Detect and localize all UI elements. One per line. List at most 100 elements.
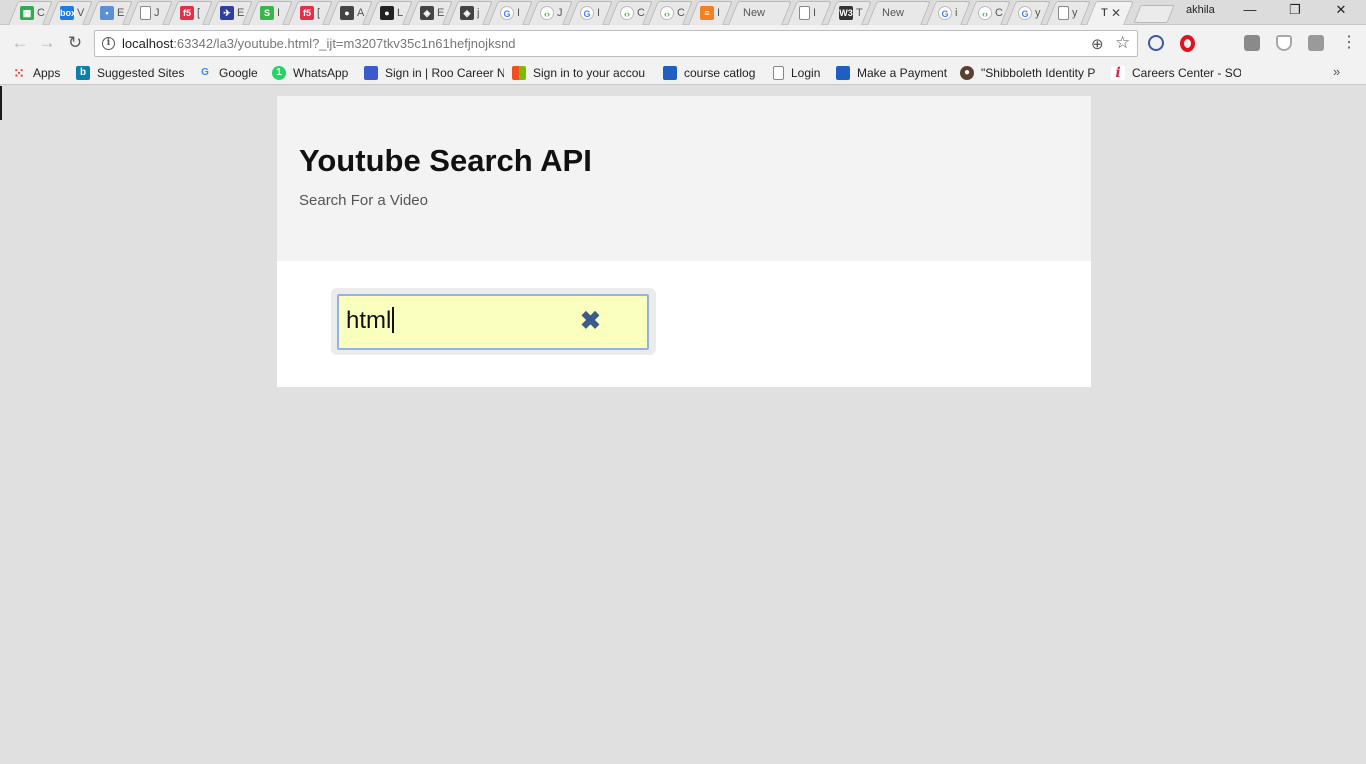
browser-tab[interactable]: GI <box>570 1 611 25</box>
tab-title: E <box>237 7 245 19</box>
browser-tab[interactable]: I <box>789 1 830 25</box>
tab-title: I <box>517 7 521 19</box>
roo-icon <box>364 65 378 80</box>
back-button[interactable]: ← <box>10 32 30 54</box>
bookmark-item[interactable]: Login <box>773 64 828 81</box>
site-info-icon[interactable]: i <box>102 37 115 50</box>
codepen-icon: ◈ <box>420 6 434 20</box>
browser-tab[interactable]: Gi <box>928 1 969 25</box>
lock-icon: ● <box>340 6 354 20</box>
bookmark-item[interactable]: G Google <box>198 64 268 81</box>
trello-icon: ▪ <box>100 6 114 20</box>
browser-tab[interactable]: ● L <box>370 1 411 25</box>
apps-icon: ⁙ <box>13 64 25 81</box>
whatsapp-icon: 1 <box>272 65 286 80</box>
browser-tab[interactable]: SI <box>250 1 291 25</box>
browser-tab[interactable]: ‹› C <box>610 1 651 25</box>
shibboleth-icon: ● <box>960 65 974 80</box>
address-url[interactable]: localhost:63342/la3/youtube.html?_ijt=m3… <box>122 36 516 51</box>
browser-tab[interactable]: f5[ <box>170 1 211 25</box>
browser-tab[interactable]: ◈ E <box>410 1 451 25</box>
browser-tab[interactable]: ▦ C <box>10 1 51 25</box>
ext-square-icon[interactable] <box>1308 35 1324 51</box>
bookmark-label: "Shibboleth Identity P <box>981 65 1096 80</box>
browser-tab[interactable]: box V <box>50 1 91 25</box>
tab-title: C <box>677 7 685 19</box>
bookmark-item[interactable]: Make a Payment <box>836 64 951 81</box>
url-host: localhost <box>122 36 174 51</box>
bookmark-star-icon[interactable]: ☆ <box>1115 33 1130 53</box>
browser-tab[interactable]: ≡ I <box>690 1 731 25</box>
browser-tab[interactable]: ◈ j <box>450 1 491 25</box>
ext-m-icon[interactable] <box>1244 35 1260 51</box>
codepen-icon: ◈ <box>460 6 474 20</box>
page-viewport: Youtube Search API Search For a Video ht… <box>0 86 1366 764</box>
chrome-menu-icon[interactable]: ⋮ <box>1341 32 1357 52</box>
bookmark-item[interactable]: ● "Shibboleth Identity P <box>960 64 1100 81</box>
code-icon: ‹› <box>978 6 992 20</box>
tab-title: V <box>77 7 85 19</box>
microsoft-icon <box>512 65 526 80</box>
browser-tab[interactable]: ‹› C <box>968 1 1009 25</box>
bookmark-label: Login <box>791 65 821 80</box>
browser-tab[interactable]: ‹› C <box>650 1 691 25</box>
bookmark-item[interactable]: Sign in to your accou <box>512 64 657 81</box>
code-icon: ‹› <box>540 6 554 20</box>
block-icon[interactable] <box>1148 35 1164 51</box>
tab-title: C <box>637 7 645 19</box>
bookmark-item[interactable]: Sign in | Roo Career N <box>364 64 504 81</box>
f5-icon: f5 <box>180 6 194 20</box>
bookmark-item[interactable]: ⁙ Apps <box>12 64 72 81</box>
browser-tab[interactable]: ▪ E <box>90 1 131 25</box>
browser-tab[interactable]: J <box>130 1 171 25</box>
browser-tab[interactable]: f5[ <box>290 1 331 25</box>
browser-tab[interactable]: W3 T <box>829 1 870 25</box>
browser-tab[interactable]: New <box>869 1 929 25</box>
address-bar[interactable]: i localhost:63342/la3/youtube.html?_ijt=… <box>94 30 1138 57</box>
browser-tab[interactable]: ‹› J <box>530 1 571 25</box>
search-input-value: html <box>346 307 394 335</box>
google-icon: G <box>201 66 209 78</box>
page-title: Youtube Search API <box>299 143 592 178</box>
new-tab-button[interactable] <box>1137 5 1171 23</box>
restore-button[interactable]: ❐ <box>1272 0 1318 20</box>
shield-icon[interactable] <box>1276 35 1292 51</box>
tab-title: I <box>597 7 601 19</box>
text-caret <box>392 307 394 333</box>
reload-button[interactable]: ↻ <box>65 32 85 54</box>
tab-close-icon[interactable]: ✕ <box>1111 6 1121 20</box>
minimize-button[interactable]: — <box>1227 0 1273 20</box>
opera-icon[interactable] <box>1180 35 1195 52</box>
tab-title: L <box>397 7 404 19</box>
browser-tab[interactable]: New <box>730 1 790 25</box>
tab-title: y <box>1072 7 1078 19</box>
zoom-icon[interactable]: ⊕ <box>1091 35 1104 53</box>
browser-tab[interactable]: y <box>1048 1 1089 25</box>
page-icon <box>773 65 784 80</box>
bookmark-item[interactable]: course catlog <box>663 64 763 81</box>
bookmark-item[interactable]: i Careers Center - SOF <box>1111 64 1241 81</box>
tab-list: ▦ Cbox V ▪ E Jf5[✈ E S If5[● A ● L ◈ E ◈ j G I ‹› J G I ‹› C ‹› C… <box>10 1 1171 25</box>
forward-button[interactable]: → <box>37 32 57 54</box>
browser-tab[interactable]: ● A <box>330 1 371 25</box>
search-box: html ✖ <box>331 288 656 355</box>
tab-title: E <box>117 7 125 19</box>
window-edge <box>0 86 2 120</box>
bookmark-item[interactable]: 1 WhatsApp <box>272 64 357 81</box>
search-input[interactable]: html ✖ <box>337 294 649 350</box>
page-icon <box>140 6 151 20</box>
browser-tab[interactable]: Gy <box>1008 1 1049 25</box>
tab-title: j <box>477 7 480 19</box>
bookmark-blue-icon <box>663 65 677 80</box>
page-subtitle: Search For a Video <box>299 192 428 209</box>
browser-tab-active[interactable]: T ✕ <box>1088 1 1132 25</box>
bookmark-item[interactable]: b Suggested Sites <box>76 64 186 81</box>
window-close-button[interactable]: ✕ <box>1318 0 1364 20</box>
stackoverflow-icon: ≡ <box>700 6 714 20</box>
profile-name[interactable]: akhila <box>1186 4 1215 16</box>
bookmarks-overflow-button[interactable]: » <box>1333 64 1340 79</box>
browser-tab[interactable]: GI <box>490 1 531 25</box>
browser-tab[interactable]: ✈ E <box>210 1 251 25</box>
tab-title: New <box>743 7 766 19</box>
clear-search-icon[interactable]: ✖ <box>580 308 601 335</box>
